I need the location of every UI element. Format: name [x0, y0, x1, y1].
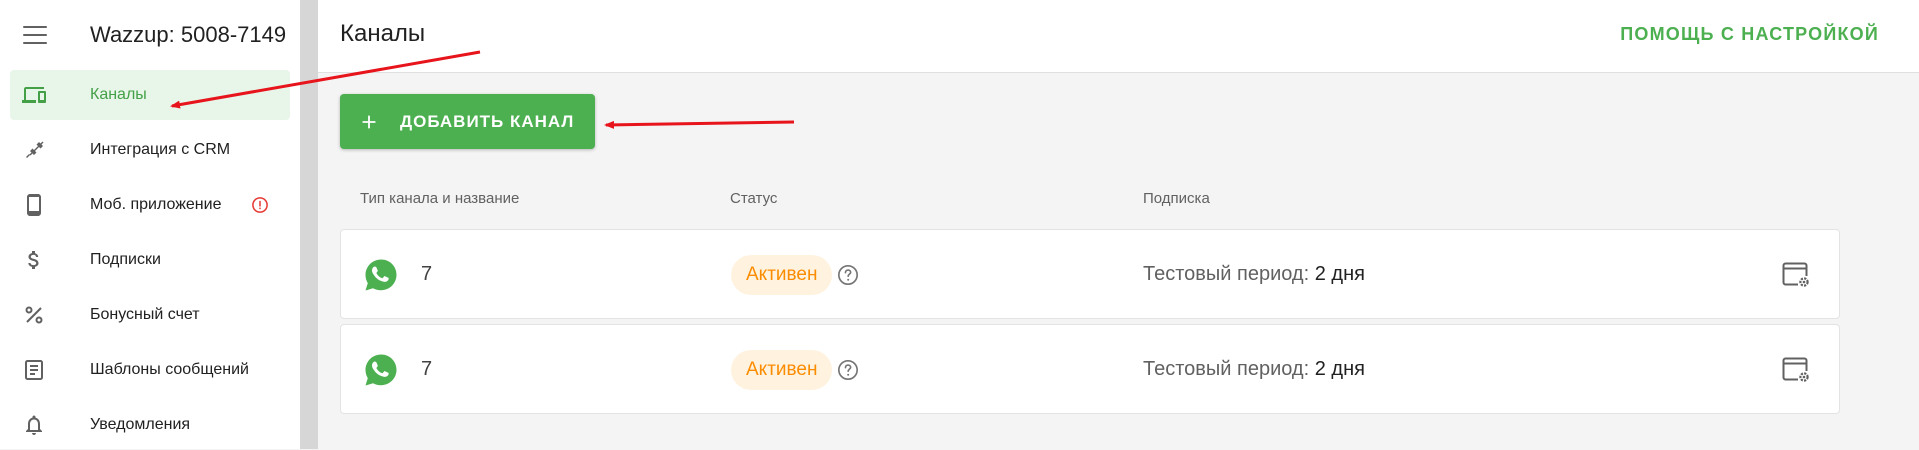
sidebar: Wazzup: 5008-7149 Каналы Интеграция с CR… [0, 0, 300, 449]
dollar-icon [28, 251, 39, 269]
channel-name: 7 [421, 358, 433, 380]
status-badge: Активен [731, 350, 833, 390]
subscription-value: 2 дня [1314, 263, 1365, 285]
channel-name: 7 [421, 263, 433, 285]
phone-icon [27, 194, 41, 216]
sidebar-scrollbar[interactable] [300, 0, 318, 449]
top-bar: Каналы ПОМОЩЬ С НАСТРОЙКОЙ [318, 0, 1919, 73]
add-channel-button[interactable]: ДОБАВИТЬ КАНАЛ [340, 94, 595, 149]
warning-icon [252, 197, 268, 213]
sidebar-item-label: Шаблоны сообщений [90, 361, 249, 378]
status-badge: Активен [731, 255, 833, 295]
channel-settings-icon[interactable] [1781, 260, 1811, 290]
whatsapp-icon [365, 259, 397, 291]
devices-icon [22, 87, 46, 103]
column-header-status: Статус [730, 190, 778, 207]
sidebar-item-label: Интеграция с CRM [90, 141, 231, 158]
sidebar-item-label: Подписки [90, 251, 161, 268]
column-header-channel: Тип канала и название [360, 190, 520, 207]
subscription-value: 2 дня [1314, 358, 1365, 380]
subscription-info: Тестовый период: 2 дня [1143, 263, 1365, 286]
subscription-label: Тестовый период: [1143, 358, 1310, 380]
subscription-label: Тестовый период: [1143, 263, 1310, 285]
sidebar-item-crm-integration[interactable]: Интеграция с CRM [10, 125, 290, 175]
sidebar-item-label: Каналы [90, 86, 147, 103]
help-circle-icon[interactable] [837, 359, 859, 381]
subscription-info: Тестовый период: 2 дня [1143, 358, 1365, 381]
channel-settings-icon[interactable] [1781, 355, 1811, 385]
sidebar-item-notifications[interactable]: Уведомления [10, 400, 290, 450]
sidebar-item-label: Моб. приложение [90, 196, 222, 213]
sidebar-item-label: Бонусный счет [90, 306, 200, 323]
help-circle-icon[interactable] [837, 264, 859, 286]
whatsapp-icon [365, 354, 397, 386]
menu-icon[interactable] [23, 26, 47, 44]
bell-icon [26, 415, 42, 435]
annotation-arrow-add-channel [604, 120, 795, 129]
document-icon [25, 360, 43, 380]
sidebar-item-label: Уведомления [90, 416, 191, 433]
plus-icon [362, 115, 376, 128]
plug-icon [26, 141, 44, 158]
sidebar-item-message-templates[interactable]: Шаблоны сообщений [10, 345, 290, 395]
sidebar-item-channels[interactable]: Каналы [10, 70, 290, 120]
page-title: Каналы [340, 20, 426, 47]
setup-help-link[interactable]: ПОМОЩЬ С НАСТРОЙКОЙ [1620, 24, 1879, 45]
app-title: Wazzup: 5008-7149 [90, 22, 287, 47]
sidebar-item-bonus-account[interactable]: Бонусный счет [10, 290, 290, 340]
sidebar-item-subscriptions[interactable]: Подписки [10, 235, 290, 285]
sidebar-nav: Каналы Интеграция с CRM Моб. приложение [0, 70, 300, 450]
table-row[interactable]: 7 Активен Тестовый период: 2 дня [340, 324, 1840, 414]
sidebar-header: Wazzup: 5008-7149 [0, 0, 300, 70]
column-header-subscription: Подписка [1143, 190, 1210, 207]
percent-icon [25, 306, 43, 324]
table-row[interactable]: 7 Активен Тестовый период: 2 дня [340, 229, 1840, 319]
sidebar-item-mobile-app[interactable]: Моб. приложение [10, 180, 290, 230]
add-channel-label: ДОБАВИТЬ КАНАЛ [400, 111, 575, 131]
